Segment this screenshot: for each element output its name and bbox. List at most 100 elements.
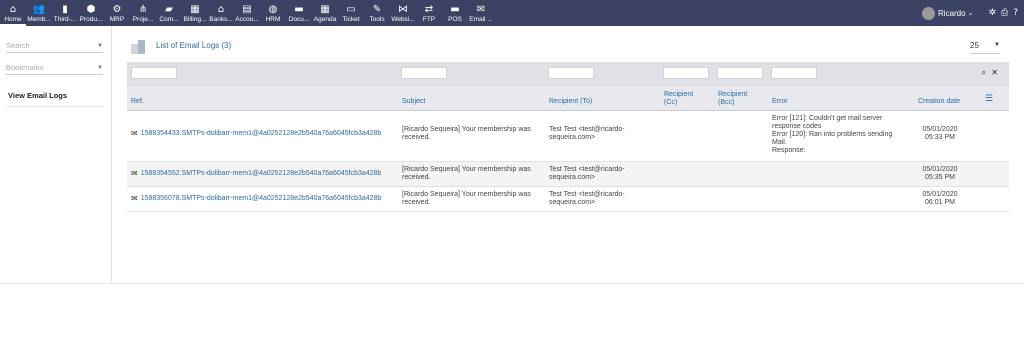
menu-label: Docu...: [288, 16, 310, 23]
bookmarks-label: Bookmarks: [6, 63, 44, 72]
website-icon: ⋈: [398, 4, 408, 15]
agenda-icon: ▦: [320, 4, 330, 15]
menu-label: MRP: [109, 16, 125, 23]
column-header-line: (Cc): [664, 99, 678, 106]
bookmarks-select[interactable]: Bookmarks ▼: [6, 62, 103, 75]
cell-line: Error [121]: Couldn't get mail server: [772, 115, 883, 122]
chevron-down-icon[interactable]: ⌄: [968, 9, 974, 17]
subject-cell: [Ricardo Sequeira] Your membership was re…: [402, 126, 531, 142]
documents-icon: ▬: [294, 4, 304, 15]
menu-item-ticket[interactable]: ▭ Ticket: [338, 0, 364, 26]
email-icon: ✉: [476, 4, 486, 15]
sidebar-item-view-email-logs[interactable]: View Email Logs: [8, 91, 67, 100]
cell-line: [Ricardo Sequeira] Your membership was: [402, 126, 531, 133]
column-header-creation-date[interactable]: Creation date: [918, 98, 960, 106]
cell-line: 05/01/2020: [922, 191, 958, 198]
column-header-recipient-cc[interactable]: Recipient (Cc): [664, 91, 693, 107]
email-logs-icon: [131, 40, 147, 54]
date-cell: 05/01/2020 06:01 PM: [910, 191, 970, 207]
help-icon[interactable]: ?: [1013, 8, 1018, 18]
menu-label: Com...: [159, 16, 179, 23]
date-cell: 05/01/2020 05:33 PM: [910, 126, 970, 142]
menu-item-projects[interactable]: ⋔ Proje...: [130, 0, 156, 26]
ftp-icon: ⇄: [424, 4, 434, 15]
chevron-down-icon: ▼: [97, 43, 103, 49]
menu-item-commercial[interactable]: ▰ Com...: [156, 0, 182, 26]
bug-icon[interactable]: ✲: [988, 8, 996, 18]
column-header-ref[interactable]: Ref.: [131, 98, 144, 106]
column-header-line: Recipient: [718, 91, 748, 98]
main-menu: ⌂ Home 👥 Memb... ▮ Third-... ⬢ Produ... ⚙ MRP…: [0, 0, 494, 26]
menu-label: FTP: [422, 16, 436, 23]
menu-label: Websi...: [391, 16, 415, 23]
avatar[interactable]: [922, 6, 936, 20]
menu-item-email[interactable]: ✉ Email ...: [468, 0, 494, 26]
email-logs-table: ⌕ ✕ Ref. Subject Recipient (To) Recipien…: [127, 62, 1009, 212]
cell-line: 05/01/2020: [922, 166, 958, 173]
table-row: ✉ 1588354433.SMTPs-dolibarr-mem1@4a02521…: [127, 111, 1009, 162]
ref-link[interactable]: 1588354433.SMTPs-dolibarr-mem1@4a0252128…: [141, 130, 382, 137]
cell-line: Test Test <test@ricardo-: [549, 126, 625, 133]
column-header-error[interactable]: Error: [772, 98, 788, 106]
envelope-icon: ✉: [131, 129, 138, 138]
products-icon: ⬢: [86, 4, 96, 15]
filter-recipient-to-input[interactable]: [548, 67, 594, 79]
filter-subject-input[interactable]: [401, 67, 447, 79]
ref-cell: ✉ 1588356078.SMTPs-dolibarr-mem1@4a02521…: [131, 194, 381, 203]
column-header-recipient-bcc[interactable]: Recipient (Bcc): [718, 91, 747, 107]
column-header-recipient-to[interactable]: Recipient (To): [549, 98, 592, 106]
date-cell: 05/01/2020 05:35 PM: [910, 166, 970, 182]
menu-item-banks[interactable]: ⌂ Banks...: [208, 0, 234, 26]
filter-row: ⌕ ✕: [127, 62, 1009, 86]
members-icon: 👥: [32, 4, 46, 15]
envelope-icon: ✉: [131, 194, 138, 203]
menu-label: HRM: [265, 16, 281, 23]
top-navigation-bar: ⌂ Home 👥 Memb... ▮ Third-... ⬢ Produ... ⚙ MRP…: [0, 0, 1024, 26]
menu-item-agenda[interactable]: ▦ Agenda: [312, 0, 338, 26]
menu-item-pos[interactable]: ▬ POS: [442, 0, 468, 26]
user-name[interactable]: Ricardo: [938, 9, 966, 18]
menu-item-documents[interactable]: ▬ Docu...: [286, 0, 312, 26]
filter-error-input[interactable]: [771, 67, 817, 79]
menu-item-billing[interactable]: ▦ Billing...: [182, 0, 208, 26]
menu-item-members[interactable]: 👥 Memb...: [26, 0, 52, 26]
search-select[interactable]: Search ▼: [6, 40, 103, 53]
search-placeholder: Search: [6, 41, 30, 50]
filter-ref-input[interactable]: [131, 67, 177, 79]
cell-line: [Ricardo Sequeira] Your membership was: [402, 166, 531, 173]
page-size-select[interactable]: 25 ▼: [970, 41, 1000, 54]
ref-link[interactable]: 1588354552.SMTPs-dolibarr-mem1@4a0252128…: [141, 170, 382, 177]
divider: [0, 283, 1024, 284]
cell-line: response codes: [772, 123, 822, 130]
menu-item-ftp[interactable]: ⇄ FTP: [416, 0, 442, 26]
menu-item-hrm[interactable]: ◍ HRM: [260, 0, 286, 26]
print-icon[interactable]: ⎙: [1001, 8, 1008, 18]
column-header-subject[interactable]: Subject: [402, 98, 425, 106]
search-icon[interactable]: ⌕: [982, 68, 986, 78]
menu-item-tools[interactable]: ✎ Tools: [364, 0, 390, 26]
filter-recipient-bcc-input[interactable]: [717, 67, 763, 79]
menu-item-products[interactable]: ⬢ Produ...: [78, 0, 104, 26]
menu-label: POS: [448, 16, 462, 23]
subject-cell: [Ricardo Sequeira] Your membership was re…: [402, 166, 531, 182]
recipient-to-cell: Test Test <test@ricardo-sequeira.com>: [549, 191, 625, 207]
filter-recipient-cc-input[interactable]: [663, 67, 709, 79]
ref-link[interactable]: 1588356078.SMTPs-dolibarr-mem1@4a0252128…: [141, 195, 382, 202]
cell-line: [Ricardo Sequeira] Your membership was: [402, 191, 531, 198]
menu-label: Email ...: [469, 16, 493, 23]
left-sidebar: Search ▼ Bookmarks ▼ View Email Logs: [0, 26, 112, 283]
menu-item-website[interactable]: ⋈ Websi...: [390, 0, 416, 26]
ref-cell: ✉ 1588354433.SMTPs-dolibarr-mem1@4a02521…: [131, 129, 381, 138]
close-icon[interactable]: ✕: [991, 68, 998, 77]
cell-line: sequeira.com>: [549, 199, 596, 206]
list-columns-icon[interactable]: ☰: [985, 94, 993, 104]
menu-item-thirdparties[interactable]: ▮ Third-...: [52, 0, 78, 26]
column-header-line: Recipient: [664, 91, 694, 98]
menu-item-accounting[interactable]: ▤ Accou...: [234, 0, 260, 26]
tools-icon: ✎: [372, 4, 382, 15]
subject-cell: [Ricardo Sequeira] Your membership was re…: [402, 191, 531, 207]
cell-line: 05:35 PM: [925, 174, 955, 181]
home-icon: ⌂: [9, 4, 17, 15]
menu-item-home[interactable]: ⌂ Home: [0, 0, 26, 26]
menu-item-mrp[interactable]: ⚙ MRP: [104, 0, 130, 26]
